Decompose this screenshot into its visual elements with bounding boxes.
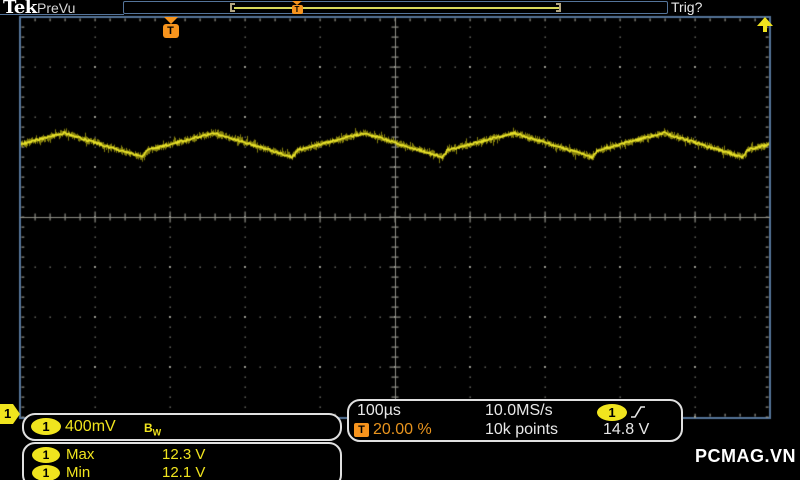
measurement-value: 12.3 V: [162, 446, 205, 463]
channel1-badge: 1: [31, 418, 61, 435]
topbar-divider: [0, 14, 124, 15]
measurement-label: Max: [66, 446, 94, 463]
time-per-div: 100µs: [357, 402, 401, 420]
channel1-badge: 1: [32, 447, 60, 463]
bandwidth-limit-icon: BW: [144, 421, 161, 437]
oscilloscope-screen: Tek PreVu Trig? T T 1 1 400mV BW 100µs 1…: [0, 0, 800, 480]
sample-rate: 10.0MS/s: [485, 402, 553, 420]
trigger-type-icon: T: [354, 423, 369, 437]
trigger-readout-box: 100µs 10.0MS/s 1 T 20.00 % 10k points 14…: [347, 399, 683, 442]
watermark: PCMAG.VN: [695, 446, 796, 467]
record-window-line: [234, 7, 560, 9]
measurement-label: Min: [66, 464, 90, 480]
trigger-slope-icon: [630, 405, 646, 419]
record-window-right-bracket: [556, 3, 561, 12]
channel1-readout-box: 1 400mV BW: [22, 413, 342, 441]
record-length: 10k points: [485, 421, 558, 439]
tek-logo: Tek: [3, 0, 37, 18]
trigger-position-marker-icon: T: [162, 17, 179, 38]
channel1-scale: 400mV: [65, 418, 116, 436]
trigger-source-badge: 1: [597, 404, 627, 421]
record-window-left-bracket: [230, 3, 235, 12]
measurements-box: 1 Max 12.3 V 1 Min 12.1 V: [22, 442, 342, 480]
trigger-level: 14.8 V: [603, 421, 649, 439]
record-trigger-marker-icon: T: [290, 1, 304, 14]
channel1-badge: 1: [32, 465, 60, 480]
trigger-level-offscreen-icon: [757, 17, 773, 32]
record-view-bar: T: [123, 1, 668, 14]
measurement-value: 12.1 V: [162, 464, 205, 480]
trigger-position-arrow-icon: [164, 17, 178, 24]
horizontal-position-pct: 20.00 %: [373, 421, 432, 439]
trigger-status: Trig?: [671, 0, 702, 15]
